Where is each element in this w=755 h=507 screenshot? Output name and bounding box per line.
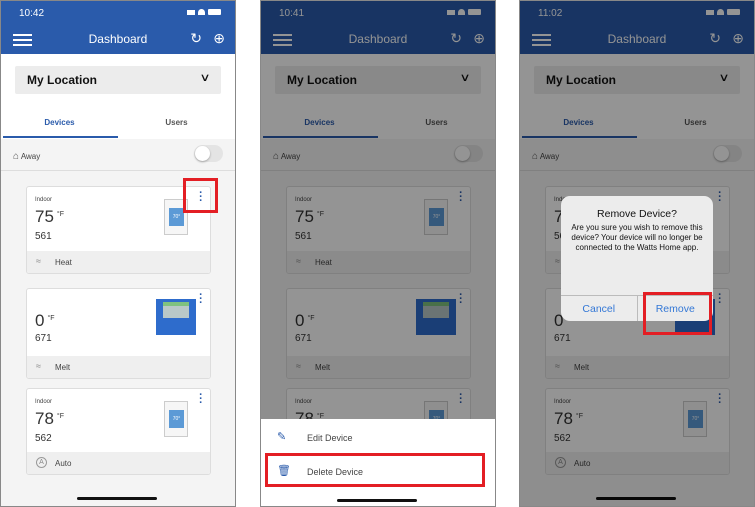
device-id: 671 [35,333,52,344]
add-circle-icon[interactable]: ⊕ [213,30,225,47]
cancel-button[interactable]: Cancel [561,296,637,321]
home-indicator [337,499,417,502]
edit-device-option[interactable]: Edit Device [307,433,353,443]
tab-devices[interactable]: Devices [1,118,118,127]
highlight-box-delete [265,453,485,487]
dialog-title: Remove Device? [597,208,677,220]
device-mode-bar: ≈ Melt [27,356,210,378]
thermostat-image: 70° [164,401,188,437]
temperature-value: 0 [35,311,45,330]
location-dropdown[interactable]: My Location ∨ [15,66,221,94]
device-zone: Indoor [35,197,53,203]
device-mode: Heat [55,258,72,267]
device-temperature: 75°F [35,207,64,227]
device-id: 562 [35,433,52,444]
pencil-icon: ✎ [277,431,287,443]
temperature-value: 78 [35,409,54,428]
highlight-box-remove [643,292,712,335]
top-panel: My Location ∨ Devices Users [1,54,235,139]
status-time: 10:42 [19,8,45,19]
app-header: Dashboard ↻ ⊕ [1,23,235,54]
temperature-unit: °F [56,211,64,218]
away-icon: ⌂ [13,151,20,162]
status-bar: 10:42 [1,1,235,23]
battery-icon [208,9,221,15]
phone-screen-2: 10:41 Dashboard ↻ ⊕ My Location ∨ Devices… [260,0,496,507]
dialog-message: Are you sure you wish to remove this dev… [571,223,703,252]
phone-screen-3: 11:02 Dashboard ↻ ⊕ My Location ∨ Devices… [519,0,755,507]
device-mode: Auto [55,459,72,468]
device-card[interactable]: Indoor 78°F 562 70° ··· A Auto [26,388,211,475]
temperature-unit: °F [47,315,55,322]
home-indicator [77,497,157,500]
away-row: ⌂ Away [1,141,235,171]
device-card[interactable]: 0°F 671 ··· ≈ Melt [26,288,211,379]
highlight-box-more-options [183,178,218,213]
temperature-unit: °F [56,413,64,420]
more-options-icon[interactable]: · · · [199,290,203,309]
temperature-value: 75 [35,207,54,226]
device-zone: Indoor [35,399,53,405]
device-temperature: 78°F [35,409,64,429]
away-toggle[interactable] [194,145,223,162]
device-id: 561 [35,231,52,242]
tab-users[interactable]: Users [118,118,235,127]
snow-melt-controller-image [156,299,196,335]
dim-overlay[interactable] [261,1,495,419]
device-mode: Melt [55,363,71,372]
more-options-icon[interactable]: · · · [199,390,203,409]
chevron-down-icon: ∨ [199,72,211,84]
wifi-icon [198,9,205,15]
device-mode-bar: ≈ Heat [27,251,210,273]
phone-screen-1: 10:42 Dashboard ↻ ⊕ My Location ∨ Devices… [0,0,236,507]
device-temperature: 0°F [35,311,55,331]
active-tab-indicator [3,136,118,138]
heat-waves-icon: ≈ [36,256,41,266]
device-mode-bar: A Auto [27,452,210,474]
status-icons [187,9,221,15]
heat-waves-icon: ≈ [36,361,41,371]
signal-icon [187,9,195,15]
away-label: Away [20,152,41,161]
auto-icon: A [36,457,47,468]
location-label: My Location [27,73,98,87]
refresh-icon[interactable]: ↻ [190,30,202,47]
